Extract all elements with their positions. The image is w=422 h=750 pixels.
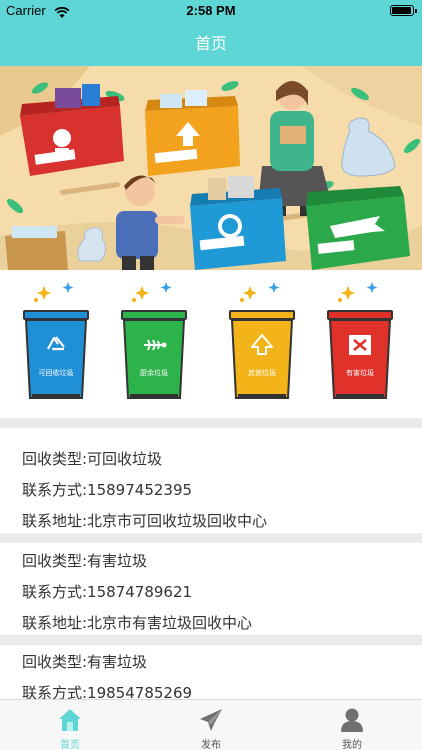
record-card-1[interactable]: 回收类型:可回收垃圾 联系方式:15897452395 联系地址:北京市可回收垃… bbox=[0, 428, 422, 532]
tab-publish[interactable]: 发布 bbox=[141, 700, 281, 750]
record-address: 联系地址:北京市有害垃圾回收中心 bbox=[22, 614, 253, 632]
record-address: 联系地址:北京市可回收垃圾回收中心 bbox=[22, 512, 268, 530]
record-type: 回收类型:有害垃圾 bbox=[22, 552, 148, 570]
record-phone: 联系方式:19854785269 bbox=[22, 684, 193, 699]
bin-category-row: 可回收垃圾 厨余垃圾 其他垃圾 有害垃圾 bbox=[0, 270, 422, 418]
record-type: 回收类型:有害垃圾 bbox=[22, 653, 148, 671]
recycle-icon bbox=[23, 282, 89, 399]
tab-home[interactable]: 首页 bbox=[0, 700, 140, 750]
bin-category-3[interactable]: 其他垃圾 bbox=[216, 282, 308, 412]
bin-category-label: 有害垃圾 bbox=[346, 369, 374, 377]
battery-icon bbox=[390, 5, 417, 16]
tab-mine-label: 我的 bbox=[342, 740, 362, 750]
cardboard-box bbox=[5, 226, 68, 270]
bin-category-label: 其他垃圾 bbox=[248, 369, 276, 377]
paper-plane-icon bbox=[197, 706, 225, 734]
status-bar: Carrier 2:58 PM bbox=[0, 0, 422, 22]
bin-category-4[interactable]: 有害垃圾 bbox=[314, 282, 406, 412]
section-divider bbox=[0, 533, 422, 543]
record-type: 回收类型:可回收垃圾 bbox=[22, 450, 163, 468]
bin-category-label: 厨余垃圾 bbox=[140, 369, 168, 377]
tab-home-label: 首页 bbox=[60, 740, 80, 750]
banner-illustration[interactable] bbox=[0, 66, 422, 270]
tab-mine[interactable]: 我的 bbox=[282, 700, 422, 750]
clock: 2:58 PM bbox=[186, 3, 236, 18]
record-phone: 联系方式:15897452395 bbox=[22, 481, 193, 499]
home-icon bbox=[56, 706, 84, 734]
record-card-3[interactable]: 回收类型:有害垃圾 联系方式:19854785269 bbox=[0, 645, 422, 699]
record-card-2[interactable]: 回收类型:有害垃圾 联系方式:15874789621 联系地址:北京市有害垃圾回… bbox=[0, 543, 422, 635]
other-waste-bin bbox=[145, 90, 240, 176]
kitchen-waste-bin bbox=[306, 186, 410, 270]
hazard-icon bbox=[327, 282, 393, 399]
bin-category-1[interactable]: 可回收垃圾 bbox=[10, 282, 102, 412]
section-divider bbox=[0, 635, 422, 645]
arrow-up-icon bbox=[229, 282, 295, 399]
record-phone: 联系方式:15874789621 bbox=[22, 583, 193, 601]
nav-bar: 首页 bbox=[0, 22, 422, 66]
fish-bone-icon bbox=[121, 282, 187, 399]
section-divider bbox=[0, 418, 422, 428]
person-icon bbox=[338, 706, 366, 734]
page-title: 首页 bbox=[194, 34, 227, 53]
tab-publish-label: 发布 bbox=[201, 740, 221, 750]
bin-category-label: 可回收垃圾 bbox=[38, 369, 74, 377]
tab-bar: 首页 发布 我的 bbox=[0, 699, 422, 750]
bin-category-2[interactable]: 厨余垃圾 bbox=[108, 282, 200, 412]
